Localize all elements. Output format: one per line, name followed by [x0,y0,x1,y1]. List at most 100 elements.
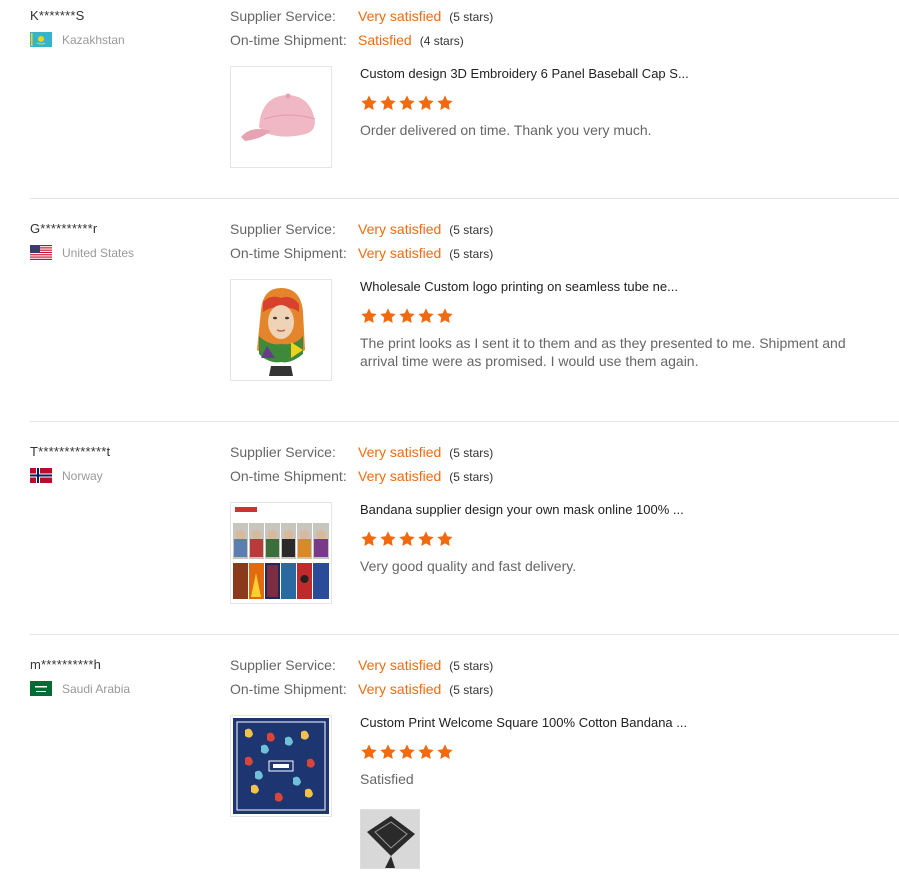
rating-stars [360,307,454,325]
star-icon [398,94,416,112]
review-divider [30,634,899,635]
star-icon [398,307,416,325]
buyer-info: T*************t Norway [30,444,110,483]
on-time-shipment-stars: (5 stars) [449,247,494,261]
on-time-shipment-label: On-time Shipment: [230,468,347,484]
product-title-link[interactable]: Custom design 3D Embroidery 6 Panel Base… [360,66,720,81]
supplier-service-stars: (5 stars) [449,223,494,237]
on-time-shipment-rating: On-time Shipment: Very satisfied (5 star… [230,468,493,492]
product-title-link[interactable]: Wholesale Custom logo printing on seamle… [360,279,720,294]
supplier-service-value: Very satisfied [358,8,442,24]
product-thumbnail[interactable] [230,715,332,817]
star-icon [360,530,378,548]
buyer-name: m**********h [30,657,102,672]
review-comment: Satisfied [360,771,414,787]
star-icon [360,94,378,112]
review-divider [30,421,899,422]
supplier-service-stars: (5 stars) [449,446,494,460]
bandana-masks-collage-image [231,503,331,603]
ratings-block: Supplier Service: Very satisfied (5 star… [230,444,493,492]
product-thumbnail[interactable] [230,279,332,381]
buyer-country: Saudi Arabia [30,681,130,696]
supplier-service-stars: (5 stars) [449,659,494,673]
on-time-shipment-rating: On-time Shipment: Satisfied (4 stars) [230,32,493,56]
rating-stars [360,94,454,112]
united-states-flag-icon [30,245,52,260]
star-icon [379,94,397,112]
buyer-info: m**********h Saudi Arabia [30,657,130,696]
buyer-name: T*************t [30,444,111,459]
saudi-arabia-flag-icon [30,681,52,696]
star-icon [398,743,416,761]
supplier-service-rating: Supplier Service: Very satisfied (5 star… [230,657,493,681]
review-comment: Order delivered on time. Thank you very … [360,122,652,138]
on-time-shipment-value: Very satisfied [358,468,442,484]
rating-stars [360,743,454,761]
on-time-shipment-value: Very satisfied [358,245,442,261]
paisley-bandana-image [231,716,331,816]
on-time-shipment-rating: On-time Shipment: Very satisfied (5 star… [230,245,493,269]
rating-stars [360,530,454,548]
supplier-service-value: Very satisfied [358,221,442,237]
buyer-country: Norway [30,468,110,483]
buyer-photo-bandana-image [361,810,419,868]
ratings-block: Supplier Service: Very satisfied (5 star… [230,221,493,269]
star-icon [379,530,397,548]
star-icon [436,307,454,325]
on-time-shipment-stars: (5 stars) [449,683,494,697]
review-photo-thumbnail[interactable] [360,809,420,869]
supplier-service-value: Very satisfied [358,444,442,460]
star-icon [436,530,454,548]
country-name: Saudi Arabia [62,681,131,696]
star-icon [360,743,378,761]
supplier-service-rating: Supplier Service: Very satisfied (5 star… [230,221,493,245]
on-time-shipment-rating: On-time Shipment: Very satisfied (5 star… [230,681,493,705]
on-time-shipment-stars: (5 stars) [449,470,494,484]
buyer-info: G**********r United States [30,221,134,260]
supplier-service-label: Supplier Service: [230,8,336,24]
buyer-country: Kazakhstan [30,32,125,47]
buyer-country: United States [30,245,134,260]
star-icon [417,307,435,325]
on-time-shipment-label: On-time Shipment: [230,245,347,261]
supplier-service-label: Supplier Service: [230,657,336,673]
country-name: Norway [62,468,103,483]
country-name: United States [62,245,135,260]
product-title-link[interactable]: Bandana supplier design your own mask on… [360,502,720,517]
on-time-shipment-stars: (4 stars) [419,34,464,48]
star-icon [379,743,397,761]
supplier-service-stars: (5 stars) [449,10,494,24]
star-icon [360,307,378,325]
star-icon [436,94,454,112]
mannequin-neck-gaiter-image [231,280,331,380]
on-time-shipment-value: Very satisfied [358,681,442,697]
star-icon [436,743,454,761]
kazakhstan-flag-icon [30,32,52,47]
star-icon [417,743,435,761]
supplier-service-value: Very satisfied [358,657,442,673]
buyer-name: K*******S [30,8,85,23]
ratings-block: Supplier Service: Very satisfied (5 star… [230,657,493,705]
review-divider [30,198,899,199]
norway-flag-icon [30,468,52,483]
buyer-name: G**********r [30,221,98,236]
supplier-service-rating: Supplier Service: Very satisfied (5 star… [230,8,493,32]
supplier-service-label: Supplier Service: [230,221,336,237]
review-comment: Very good quality and fast delivery. [360,558,577,574]
pink-baseball-cap-image [231,67,331,167]
supplier-service-rating: Supplier Service: Very satisfied (5 star… [230,444,493,468]
ratings-block: Supplier Service: Very satisfied (5 star… [230,8,493,56]
product-thumbnail[interactable] [230,502,332,604]
on-time-shipment-value: Satisfied [358,32,412,48]
star-icon [398,530,416,548]
country-name: Kazakhstan [62,32,125,47]
on-time-shipment-label: On-time Shipment: [230,32,347,48]
on-time-shipment-label: On-time Shipment: [230,681,347,697]
star-icon [417,94,435,112]
supplier-service-label: Supplier Service: [230,444,336,460]
star-icon [417,530,435,548]
buyer-info: K*******S Kazakhstan [30,8,125,47]
review-comment: The print looks as I sent it to them and… [360,335,846,369]
product-thumbnail[interactable] [230,66,332,168]
product-title-link[interactable]: Custom Print Welcome Square 100% Cotton … [360,715,720,730]
